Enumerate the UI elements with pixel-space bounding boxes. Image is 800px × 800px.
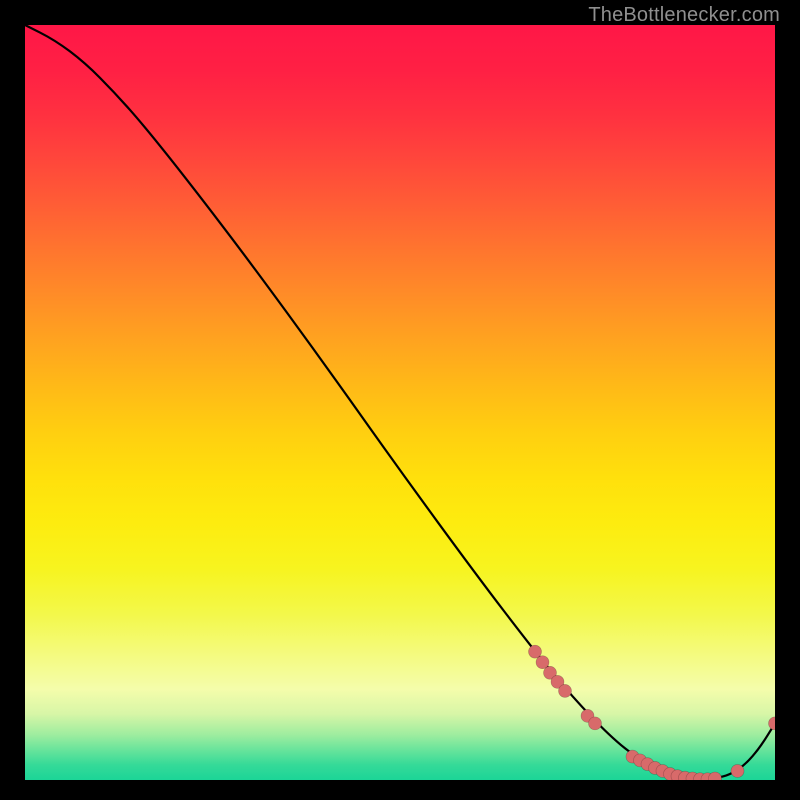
gradient-background [25, 25, 775, 780]
data-marker [589, 717, 602, 730]
chart-plot [25, 25, 775, 780]
chart-svg [25, 25, 775, 780]
data-marker [559, 684, 572, 697]
chart-stage: TheBottlenecker.com [0, 0, 800, 800]
data-marker [731, 764, 744, 777]
attribution-text: TheBottlenecker.com [588, 4, 780, 27]
